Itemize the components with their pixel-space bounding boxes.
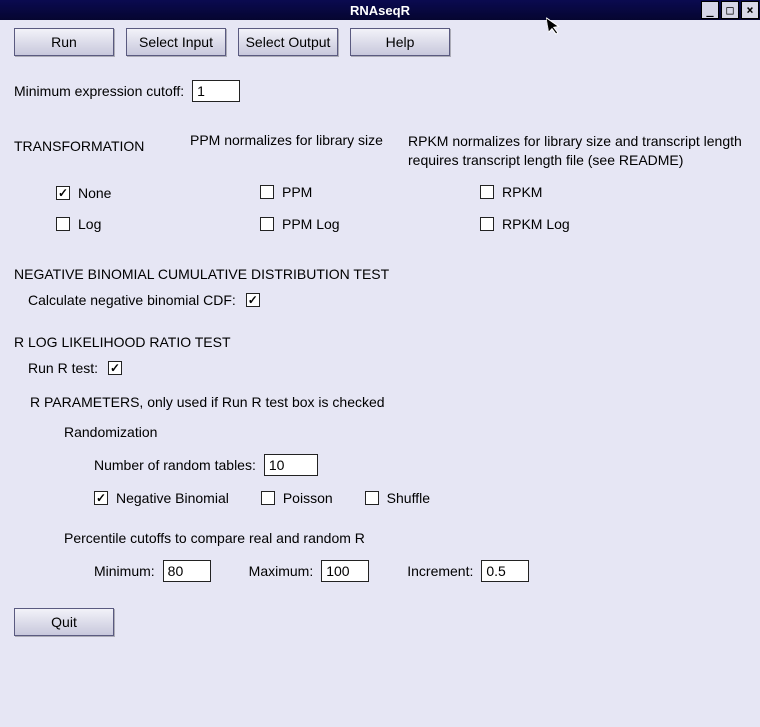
method-shuffle-checkbox[interactable] — [365, 491, 379, 505]
toolbar: Run Select Input Select Output Help — [14, 28, 746, 56]
num-tables-label: Number of random tables: — [94, 457, 256, 473]
min-expr-label: Minimum expression cutoff: — [14, 83, 184, 99]
rpkm-note-line2: requires transcript length file (see REA… — [408, 151, 746, 170]
percentile-heading: Percentile cutoffs to compare real and r… — [14, 530, 746, 546]
none-label: None — [78, 185, 111, 201]
none-checkbox[interactable] — [56, 186, 70, 200]
minimize-button[interactable]: _ — [701, 1, 719, 19]
negbin-label: Calculate negative binomial CDF: — [28, 292, 236, 308]
ppm-label: PPM — [282, 184, 312, 200]
method-poisson-wrap[interactable]: Poisson — [261, 490, 333, 506]
inc-label: Increment: — [407, 563, 473, 579]
window-controls: _ □ × — [700, 0, 760, 20]
close-button[interactable]: × — [741, 1, 759, 19]
r-params-note: R PARAMETERS, only used if Run R test bo… — [14, 394, 746, 410]
min-input[interactable] — [163, 560, 211, 582]
runr-checkbox[interactable] — [108, 361, 122, 375]
log-label: Log — [78, 216, 101, 232]
transform-row2: Log PPM Log RPKM Log — [14, 216, 746, 234]
randomization-heading: Randomization — [14, 424, 746, 440]
log-checkbox[interactable] — [56, 217, 70, 231]
ppm-checkbox-wrap[interactable]: PPM — [260, 184, 312, 200]
transformation-heading: TRANSFORMATION — [14, 138, 190, 160]
rpkm-checkbox-wrap[interactable]: RPKM — [480, 184, 542, 200]
negbin-heading: NEGATIVE BINOMIAL CUMULATIVE DISTRIBUTIO… — [14, 266, 746, 282]
method-shuffle-wrap[interactable]: Shuffle — [365, 490, 430, 506]
min-expr-input[interactable] — [192, 80, 240, 102]
help-button[interactable]: Help — [350, 28, 450, 56]
method-shuffle-label: Shuffle — [387, 490, 430, 506]
content-area: Run Select Input Select Output Help Mini… — [0, 20, 760, 644]
inc-input[interactable] — [481, 560, 529, 582]
window-title: RNAseqR — [0, 3, 760, 18]
negbin-checkbox[interactable] — [246, 293, 260, 307]
method-poisson-checkbox[interactable] — [261, 491, 275, 505]
ppm-log-label: PPM Log — [282, 216, 340, 232]
ppm-checkbox[interactable] — [260, 185, 274, 199]
none-checkbox-wrap[interactable]: None — [56, 185, 111, 201]
log-checkbox-wrap[interactable]: Log — [56, 216, 101, 232]
select-input-button[interactable]: Select Input — [126, 28, 226, 56]
quit-button[interactable]: Quit — [14, 608, 114, 636]
rpkm-checkbox[interactable] — [480, 185, 494, 199]
rtest-heading: R LOG LIKELIHOOD RATIO TEST — [14, 334, 746, 350]
randomization-methods-row: Negative Binomial Poisson Shuffle — [14, 490, 746, 506]
num-tables-input[interactable] — [264, 454, 318, 476]
ppm-note: PPM normalizes for library size — [190, 120, 408, 170]
run-button[interactable]: Run — [14, 28, 114, 56]
num-tables-row: Number of random tables: — [14, 454, 746, 476]
select-output-button[interactable]: Select Output — [238, 28, 338, 56]
max-input[interactable] — [321, 560, 369, 582]
rpkm-log-checkbox[interactable] — [480, 217, 494, 231]
method-negbin-label: Negative Binomial — [116, 490, 229, 506]
method-negbin-wrap[interactable]: Negative Binomial — [94, 490, 229, 506]
ppm-log-checkbox-wrap[interactable]: PPM Log — [260, 216, 340, 232]
runr-row: Run R test: — [14, 360, 746, 376]
rpkm-log-label: RPKM Log — [502, 216, 570, 232]
ppm-log-checkbox[interactable] — [260, 217, 274, 231]
min-label: Minimum: — [94, 563, 155, 579]
maximize-button[interactable]: □ — [721, 1, 739, 19]
transform-row1: None PPM RPKM — [14, 184, 746, 202]
runr-label: Run R test: — [28, 360, 98, 376]
negbin-row: Calculate negative binomial CDF: — [14, 292, 746, 308]
rpkm-label: RPKM — [502, 184, 542, 200]
transformation-header-row: TRANSFORMATION PPM normalizes for librar… — [14, 120, 746, 170]
titlebar: RNAseqR _ □ × — [0, 0, 760, 20]
method-poisson-label: Poisson — [283, 490, 333, 506]
min-expr-row: Minimum expression cutoff: — [14, 80, 746, 102]
max-label: Maximum: — [249, 563, 314, 579]
percentile-row: Minimum: Maximum: Increment: — [14, 560, 746, 582]
rpkm-log-checkbox-wrap[interactable]: RPKM Log — [480, 216, 570, 232]
rpkm-note: RPKM normalizes for library size and tra… — [408, 120, 746, 170]
method-negbin-checkbox[interactable] — [94, 491, 108, 505]
quit-row: Quit — [14, 608, 746, 636]
rpkm-note-line1: RPKM normalizes for library size and tra… — [408, 132, 746, 151]
